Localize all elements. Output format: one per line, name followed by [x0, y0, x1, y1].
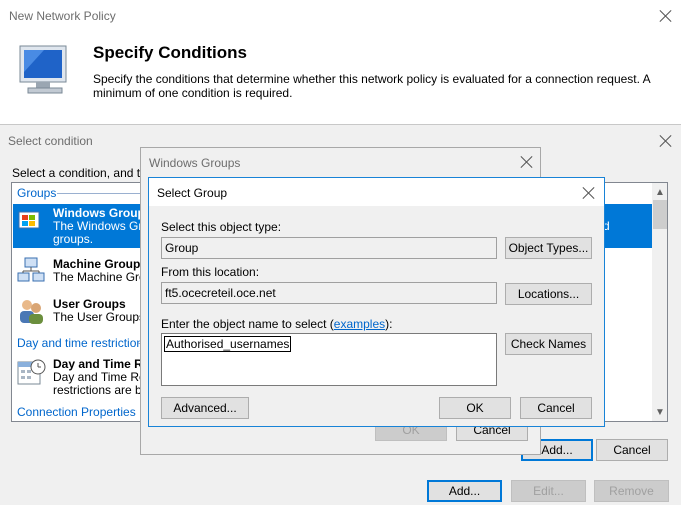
- main-window-title: New Network Policy: [9, 9, 116, 23]
- object-types-button[interactable]: Object Types...: [505, 237, 592, 259]
- day-time-desc-1: Day and Time Re: [53, 370, 146, 384]
- scroll-down-icon[interactable]: ▼: [655, 407, 665, 418]
- advanced-button[interactable]: Advanced...: [161, 397, 249, 419]
- location-field: ft5.ocecreteil.oce.net: [161, 282, 497, 304]
- location-label: From this location:: [161, 265, 260, 279]
- groups-header-line: [57, 193, 152, 194]
- object-type-field: Group: [161, 237, 497, 259]
- windows-groups-desc-1: The Windows Gro: [53, 219, 150, 233]
- day-time-desc-2: restrictions are ba: [53, 383, 149, 397]
- day-time-title: Day and Time Re: [53, 357, 150, 371]
- examples-link[interactable]: examples: [334, 317, 385, 331]
- select-group-cancel-button[interactable]: Cancel: [520, 397, 592, 419]
- object-name-label-prefix: Enter the object name to select (: [161, 317, 334, 331]
- scroll-up-icon[interactable]: ▲: [655, 187, 665, 198]
- day-time-header: Day and time restrictions: [17, 336, 150, 350]
- user-groups-title: User Groups: [53, 297, 126, 311]
- machine-group-icon: [17, 257, 45, 285]
- windows-groups-title-text: Windows Groups: [149, 156, 241, 170]
- page-heading: Specify Conditions: [93, 43, 247, 62]
- connection-properties-header: Connection Properties: [17, 405, 136, 419]
- groups-header: Groups: [17, 186, 57, 200]
- user-group-icon: [17, 297, 45, 325]
- user-groups-desc: The User Groups: [53, 310, 146, 324]
- select-group-ok-button[interactable]: OK: [439, 397, 511, 419]
- machine-groups-desc: The Machine Grou: [53, 270, 153, 284]
- check-names-button[interactable]: Check Names: [505, 333, 592, 355]
- main-close-icon[interactable]: [659, 9, 673, 23]
- select-condition-close-icon[interactable]: [659, 134, 673, 148]
- locations-button[interactable]: Locations...: [505, 283, 592, 305]
- select-group-title: Select Group: [157, 186, 228, 200]
- select-condition-instruction: Select a condition, and then: [12, 166, 161, 180]
- select-condition-title: Select condition: [8, 134, 93, 148]
- select-group-dialog: Select Group Select this object type: Gr…: [148, 177, 605, 427]
- object-name-label-suffix: ):: [385, 317, 393, 331]
- calendar-clock-icon: [17, 357, 47, 387]
- object-name-label: Enter the object name to select (example…: [161, 317, 392, 331]
- page-description: Specify the conditions that determine wh…: [93, 72, 650, 100]
- main-remove-button[interactable]: Remove: [594, 480, 669, 502]
- object-type-label: Select this object type:: [161, 220, 282, 234]
- windows-groups-close-icon[interactable]: [520, 155, 534, 169]
- object-name-input[interactable]: Authorised_usernames: [161, 333, 497, 386]
- scroll-thumb[interactable]: [653, 200, 667, 229]
- main-edit-button[interactable]: Edit...: [511, 480, 586, 502]
- windows-groups-desc-2: groups.: [53, 232, 94, 246]
- machine-groups-title: Machine Groups: [53, 257, 148, 271]
- windows-group-icon: [17, 208, 45, 234]
- select-condition-cancel-button[interactable]: Cancel: [596, 439, 668, 461]
- condition-list-scrollbar[interactable]: ▲ ▼: [652, 183, 667, 421]
- main-add-button[interactable]: Add...: [427, 480, 502, 502]
- windows-groups-title: Windows Groups: [53, 206, 152, 220]
- object-name-value: Authorised_usernames: [164, 336, 292, 352]
- network-monitor-icon: [14, 42, 76, 102]
- select-group-close-icon[interactable]: [582, 186, 596, 200]
